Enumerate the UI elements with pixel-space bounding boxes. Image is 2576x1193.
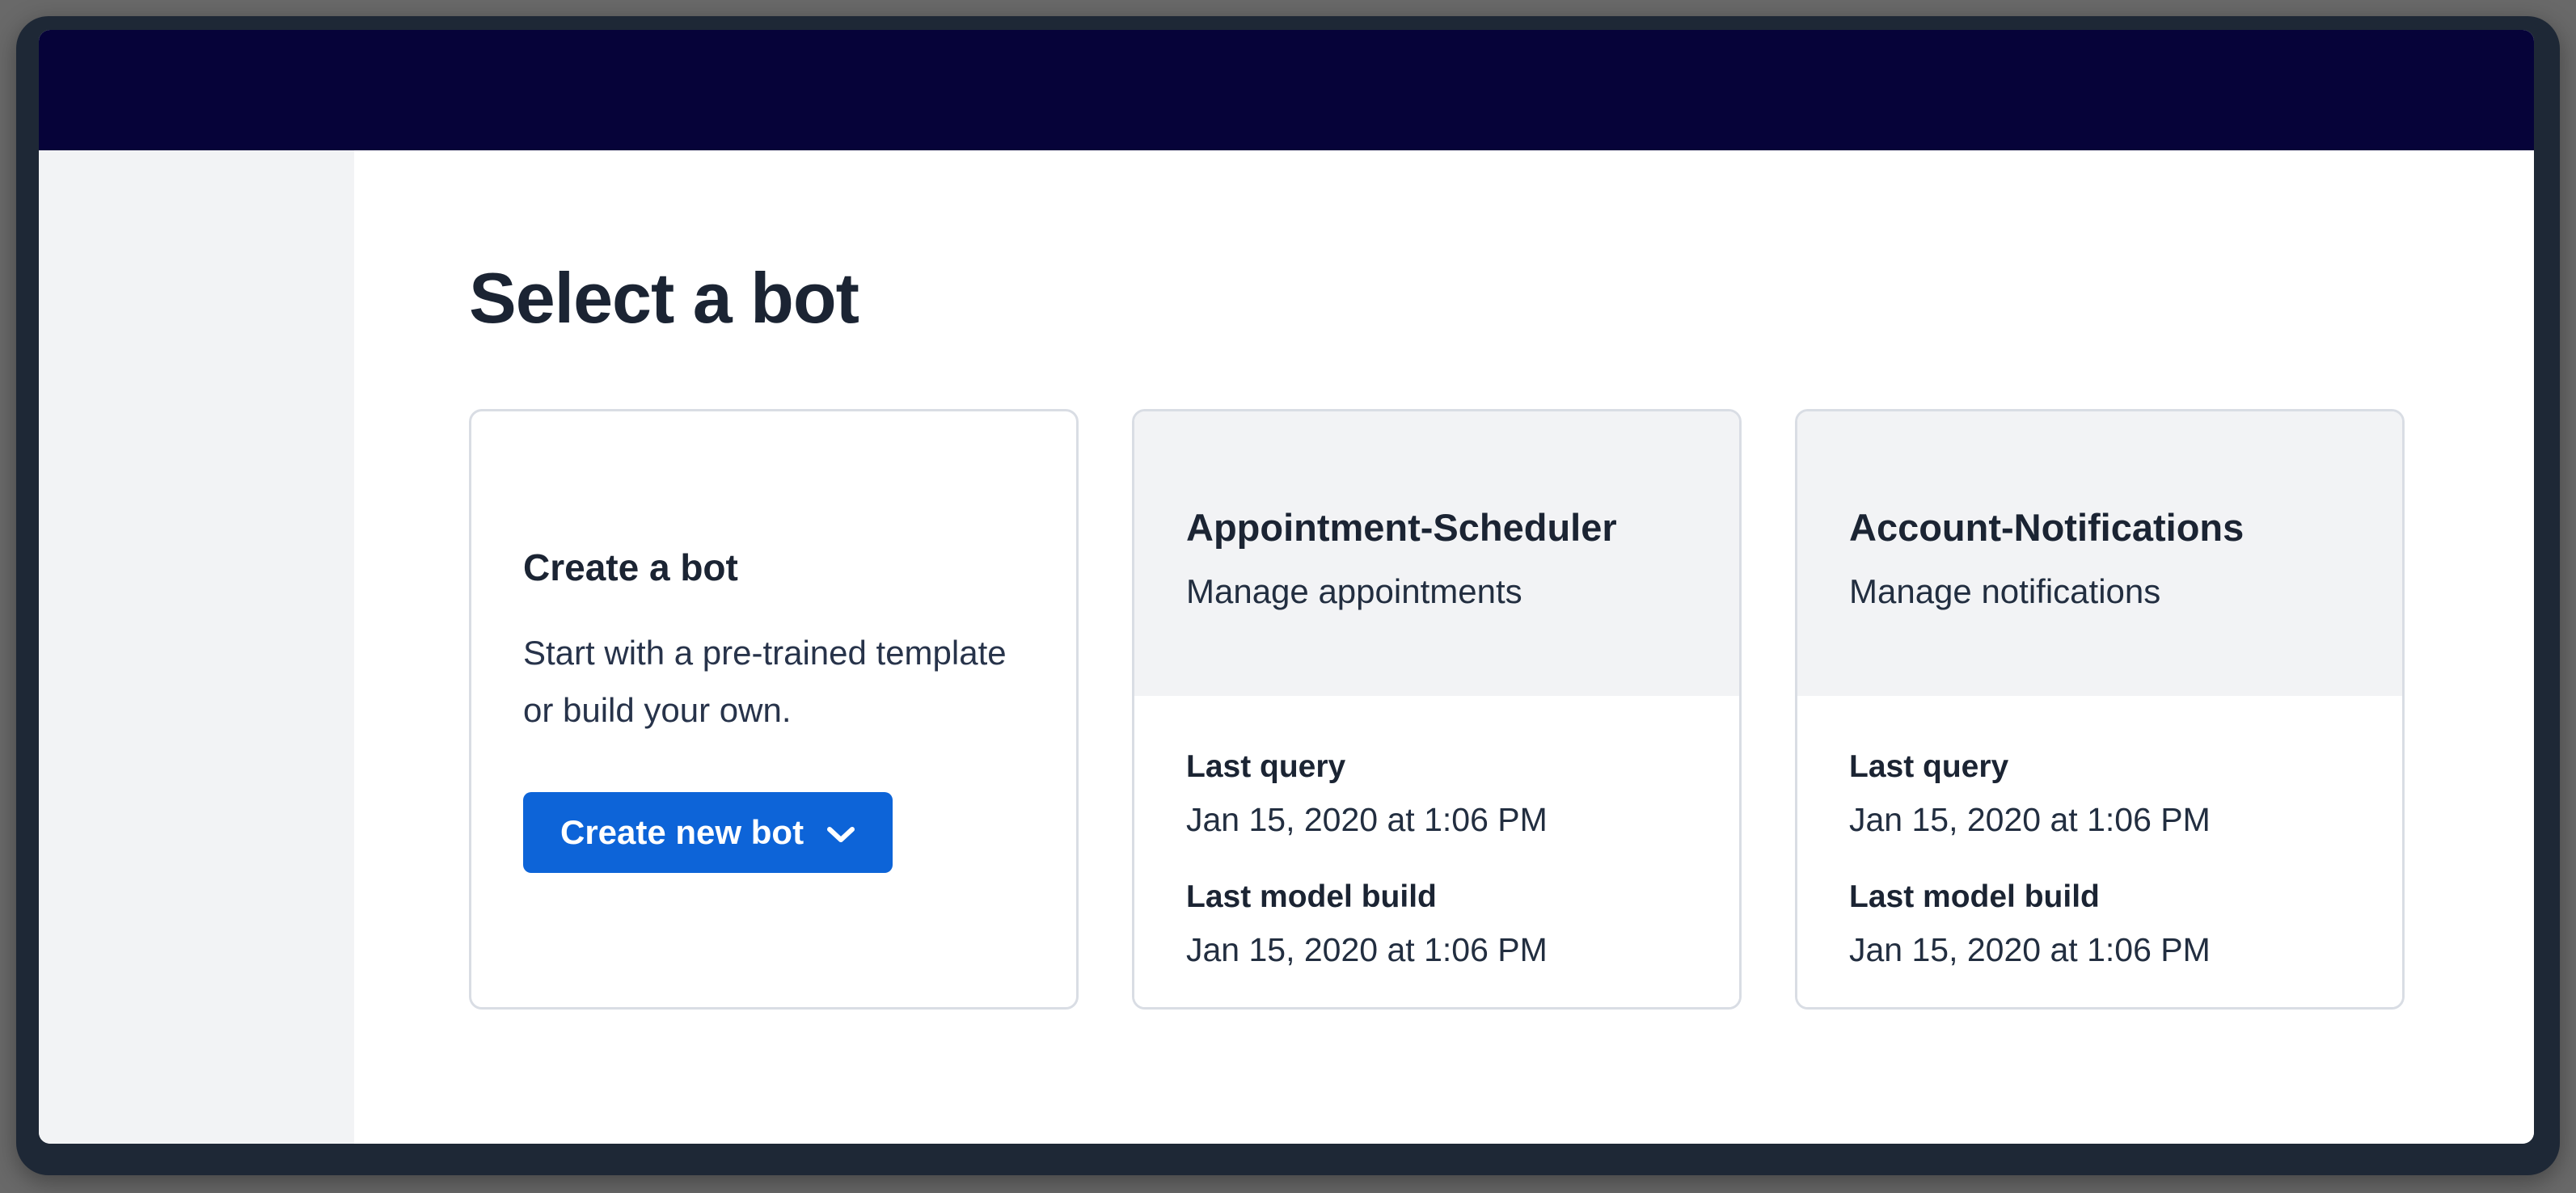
bot-card-body: Last query Jan 15, 2020 at 1:06 PM Last …: [1797, 696, 2402, 1010]
sidebar: [39, 150, 354, 1144]
bot-card-appointment-scheduler[interactable]: Appointment-Scheduler Manage appointment…: [1132, 409, 1742, 1010]
field-value: Jan 15, 2020 at 1:06 PM: [1186, 801, 1687, 839]
last-query-field: Last query Jan 15, 2020 at 1:06 PM: [1849, 749, 2350, 839]
top-navigation-bar: [39, 30, 2534, 150]
create-bot-card-description: Start with a pre-trained template or bui…: [523, 625, 1024, 739]
bot-description: Manage notifications: [1849, 572, 2350, 611]
app-window-frame: Select a bot Create a bot Start with a p…: [16, 16, 2560, 1175]
last-model-build-field: Last model build Jan 15, 2020 at 1:06 PM: [1186, 879, 1687, 969]
create-bot-card-title: Create a bot: [523, 546, 1024, 589]
main-content: Select a bot Create a bot Start with a p…: [354, 150, 2534, 1144]
chevron-down-icon: [826, 826, 855, 844]
create-bot-card: Create a bot Start with a pre-trained te…: [469, 409, 1079, 1010]
field-label: Last query: [1186, 749, 1687, 785]
bot-description: Manage appointments: [1186, 572, 1687, 611]
last-model-build-field: Last model build Jan 15, 2020 at 1:06 PM: [1849, 879, 2350, 969]
bot-card-body: Last query Jan 15, 2020 at 1:06 PM Last …: [1134, 696, 1739, 1010]
bot-card-header: Account-Notifications Manage notificatio…: [1797, 411, 2402, 696]
bot-name: Appointment-Scheduler: [1186, 505, 1687, 550]
field-label: Last model build: [1849, 879, 2350, 915]
bot-name: Account-Notifications: [1849, 505, 2350, 550]
last-query-field: Last query Jan 15, 2020 at 1:06 PM: [1186, 749, 1687, 839]
field-value: Jan 15, 2020 at 1:06 PM: [1849, 931, 2350, 969]
field-label: Last model build: [1186, 879, 1687, 915]
bot-card-header: Appointment-Scheduler Manage appointment…: [1134, 411, 1739, 696]
bot-card-list: Create a bot Start with a pre-trained te…: [469, 409, 2469, 1010]
page-title: Select a bot: [469, 257, 2469, 339]
field-value: Jan 15, 2020 at 1:06 PM: [1849, 801, 2350, 839]
create-new-bot-button-label: Create new bot: [560, 813, 804, 852]
create-new-bot-button[interactable]: Create new bot: [523, 792, 893, 873]
field-value: Jan 15, 2020 at 1:06 PM: [1186, 931, 1687, 969]
app-body: Select a bot Create a bot Start with a p…: [39, 150, 2534, 1144]
field-label: Last query: [1849, 749, 2350, 785]
bot-card-account-notifications[interactable]: Account-Notifications Manage notificatio…: [1795, 409, 2405, 1010]
browser-viewport: Select a bot Create a bot Start with a p…: [39, 30, 2534, 1144]
